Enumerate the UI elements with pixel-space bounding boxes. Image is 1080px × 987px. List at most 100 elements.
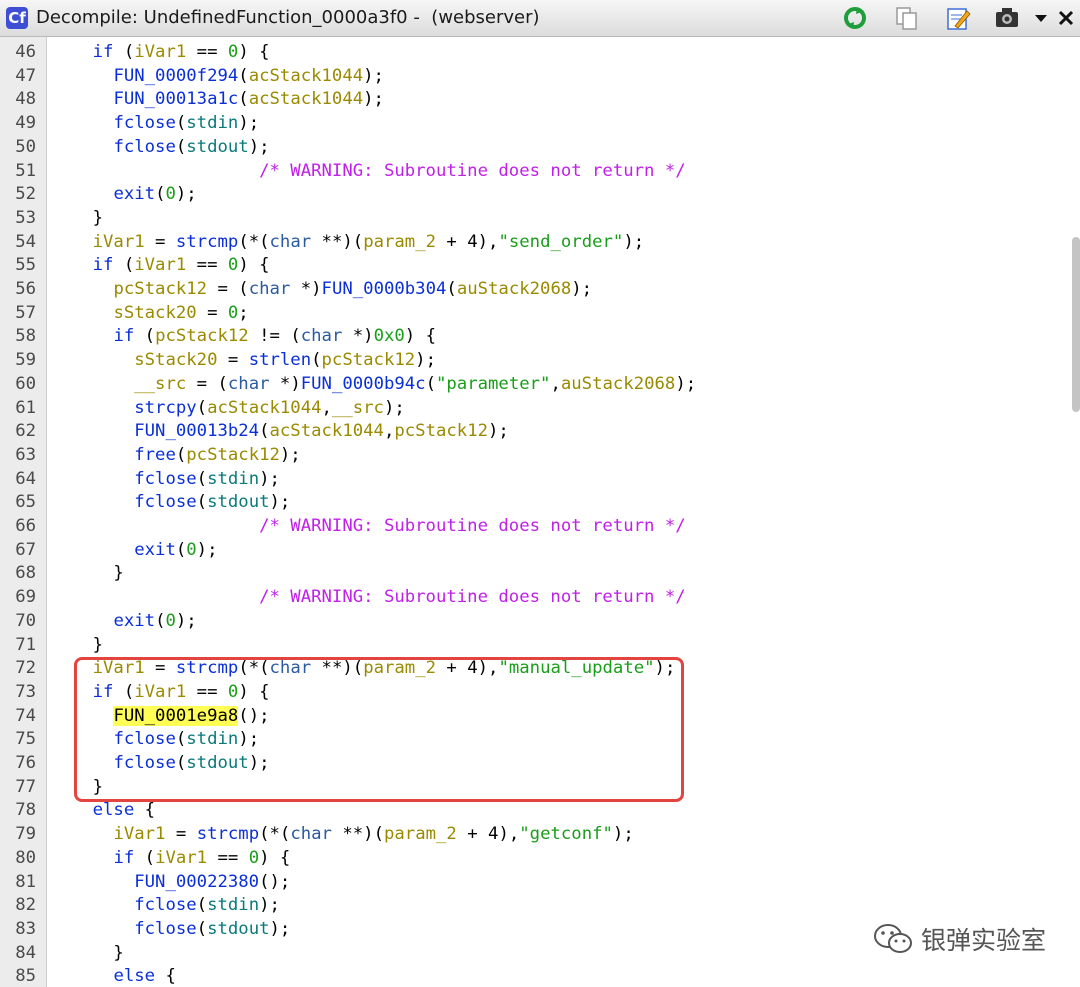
code-text[interactable]: FUN_00013b24(acStack1044,pcStack12); xyxy=(51,420,509,444)
code-text[interactable]: fclose(stdout); xyxy=(51,136,269,160)
code-text[interactable]: free(pcStack12); xyxy=(51,444,300,468)
code-text[interactable]: FUN_0000f294(acStack1044); xyxy=(51,65,384,89)
code-text[interactable]: FUN_0001e9a8(); xyxy=(51,705,270,729)
code-text[interactable]: __src = (char *)FUN_0000b94c("parameter"… xyxy=(51,373,696,397)
code-text[interactable]: } xyxy=(51,207,103,231)
code-text[interactable]: if (iVar1 == 0) { xyxy=(51,41,270,65)
decompiler-code-view[interactable]: 46 if (iVar1 == 0) {47 FUN_0000f294(acSt… xyxy=(0,37,1080,987)
code-token: ( xyxy=(113,681,135,702)
snapshot-icon[interactable] xyxy=(994,5,1020,31)
code-line[interactable]: 59 sStack20 = strlen(pcStack12); xyxy=(0,349,1070,373)
code-line[interactable]: 66 /* WARNING: Subroutine does not retur… xyxy=(0,515,1070,539)
code-token: ( xyxy=(134,847,156,868)
code-line[interactable]: 58 if (pcStack12 != (char *)0x0) { xyxy=(0,325,1070,349)
code-line[interactable]: 69 /* WARNING: Subroutine does not retur… xyxy=(0,586,1070,610)
code-text[interactable]: fclose(stdin); xyxy=(51,468,280,492)
code-token: ); xyxy=(623,231,645,252)
code-text[interactable]: /* WARNING: Subroutine does not return *… xyxy=(51,515,686,539)
code-line[interactable]: 68 } xyxy=(0,562,1070,586)
code-text[interactable]: exit(0); xyxy=(51,183,196,207)
code-text[interactable]: if (pcStack12 != (char *)0x0) { xyxy=(51,325,436,349)
code-line[interactable]: 61 strcpy(acStack1044,__src); xyxy=(0,397,1070,421)
code-line[interactable]: 74 FUN_0001e9a8(); xyxy=(0,705,1070,729)
line-number: 51 xyxy=(15,160,36,181)
code-text[interactable]: FUN_00022380(); xyxy=(51,871,290,895)
code-token: ); xyxy=(196,539,218,560)
code-line[interactable]: 50 fclose(stdout); xyxy=(0,136,1070,160)
code-line[interactable]: 49 fclose(stdin); xyxy=(0,112,1070,136)
edit-icon[interactable] xyxy=(945,5,971,31)
code-text[interactable]: sStack20 = strlen(pcStack12); xyxy=(51,349,436,373)
code-text[interactable]: if (iVar1 == 0) { xyxy=(51,681,270,705)
close-icon[interactable] xyxy=(1056,5,1076,31)
code-text[interactable]: } xyxy=(51,942,123,966)
code-line[interactable]: 46 if (iVar1 == 0) { xyxy=(0,41,1070,65)
code-line[interactable]: 75 fclose(stdin); xyxy=(0,728,1070,752)
code-line[interactable]: 73 if (iVar1 == 0) { xyxy=(0,681,1070,705)
code-line[interactable]: 56 pcStack12 = (char *)FUN_0000b304(auSt… xyxy=(0,278,1070,302)
code-line[interactable]: 64 fclose(stdin); xyxy=(0,468,1070,492)
code-text[interactable]: iVar1 = strcmp(*(char **)(param_2 + 4),"… xyxy=(51,231,645,255)
code-line[interactable]: 81 FUN_00022380(); xyxy=(0,871,1070,895)
code-text[interactable]: fclose(stdout); xyxy=(51,491,290,515)
refresh-icon[interactable] xyxy=(842,5,868,31)
dropdown-icon[interactable] xyxy=(1032,5,1050,31)
code-text[interactable]: if (iVar1 == 0) { xyxy=(51,847,290,871)
code-text[interactable]: fclose(stdin); xyxy=(51,894,280,918)
code-line[interactable]: 55 if (iVar1 == 0) { xyxy=(0,254,1070,278)
code-text[interactable]: exit(0); xyxy=(51,610,196,634)
code-text[interactable]: } xyxy=(51,776,103,800)
code-token: ( xyxy=(175,113,187,134)
code-line[interactable]: 67 exit(0); xyxy=(0,539,1070,563)
code-text[interactable]: } xyxy=(51,634,103,658)
code-line[interactable]: 80 if (iVar1 == 0) { xyxy=(0,847,1070,871)
code-line[interactable]: 76 fclose(stdout); xyxy=(0,752,1070,776)
code-token: iVar1 xyxy=(134,42,187,62)
code-line[interactable]: 65 fclose(stdout); xyxy=(0,491,1070,515)
code-line[interactable]: 77 } xyxy=(0,776,1070,800)
code-text[interactable]: } xyxy=(51,562,123,586)
code-line[interactable]: 82 fclose(stdin); xyxy=(0,894,1070,918)
code-token: "parameter" xyxy=(436,373,551,394)
code-text[interactable]: exit(0); xyxy=(51,539,217,563)
code-line[interactable]: 48 FUN_00013a1c(acStack1044); xyxy=(0,88,1070,112)
code-line[interactable]: 63 free(pcStack12); xyxy=(0,444,1070,468)
code-line[interactable]: 52 exit(0); xyxy=(0,183,1070,207)
code-text[interactable]: FUN_00013a1c(acStack1044); xyxy=(51,88,384,112)
code-text[interactable]: fclose(stdout); xyxy=(51,918,290,942)
code-text[interactable]: iVar1 = strcmp(*(char **)(param_2 + 4),"… xyxy=(51,823,633,847)
code-text[interactable]: if (iVar1 == 0) { xyxy=(51,254,270,278)
code-line[interactable]: 78 else { xyxy=(0,799,1070,823)
code-text[interactable]: pcStack12 = (char *)FUN_0000b304(auStack… xyxy=(51,278,592,302)
code-line[interactable]: 70 exit(0); xyxy=(0,610,1070,634)
code-token: == xyxy=(186,255,228,276)
code-text[interactable]: else { xyxy=(51,799,155,823)
code-line[interactable]: 57 sStack20 = 0; xyxy=(0,302,1070,326)
code-line[interactable]: 62 FUN_00013b24(acStack1044,pcStack12); xyxy=(0,420,1070,444)
code-token: acStack1044 xyxy=(248,89,364,110)
code-text[interactable]: iVar1 = strcmp(*(char **)(param_2 + 4),"… xyxy=(51,657,676,681)
code-text[interactable]: fclose(stdout); xyxy=(51,752,269,776)
code-line[interactable]: 79 iVar1 = strcmp(*(char **)(param_2 + 4… xyxy=(0,823,1070,847)
code-text[interactable]: sStack20 = 0; xyxy=(51,302,248,326)
code-line[interactable]: 71 } xyxy=(0,634,1070,658)
code-text[interactable]: else { xyxy=(51,965,175,987)
code-line[interactable]: 85 else { xyxy=(0,965,1070,987)
code-line[interactable]: 72 iVar1 = strcmp(*(char **)(param_2 + 4… xyxy=(0,657,1070,681)
code-text[interactable]: strcpy(acStack1044,__src); xyxy=(51,397,405,421)
code-line[interactable]: 60 __src = (char *)FUN_0000b94c("paramet… xyxy=(0,373,1070,397)
code-line[interactable]: 53 } xyxy=(0,207,1070,231)
code-text[interactable]: /* WARNING: Subroutine does not return *… xyxy=(51,160,686,184)
code-line[interactable]: 54 iVar1 = strcmp(*(char **)(param_2 + 4… xyxy=(0,231,1070,255)
vertical-scrollbar[interactable] xyxy=(1072,237,1080,412)
code-token: __src xyxy=(331,397,384,418)
code-token: ); xyxy=(571,279,593,299)
code-line[interactable]: 51 /* WARNING: Subroutine does not retur… xyxy=(0,160,1070,184)
code-token: ); xyxy=(363,89,384,110)
code-text[interactable]: fclose(stdin); xyxy=(51,728,259,752)
code-text[interactable]: fclose(stdin); xyxy=(51,112,259,136)
code-token: ); xyxy=(415,350,436,371)
code-line[interactable]: 47 FUN_0000f294(acStack1044); xyxy=(0,65,1070,89)
code-text[interactable]: /* WARNING: Subroutine does not return *… xyxy=(51,586,686,610)
copy-icon[interactable] xyxy=(894,5,920,31)
